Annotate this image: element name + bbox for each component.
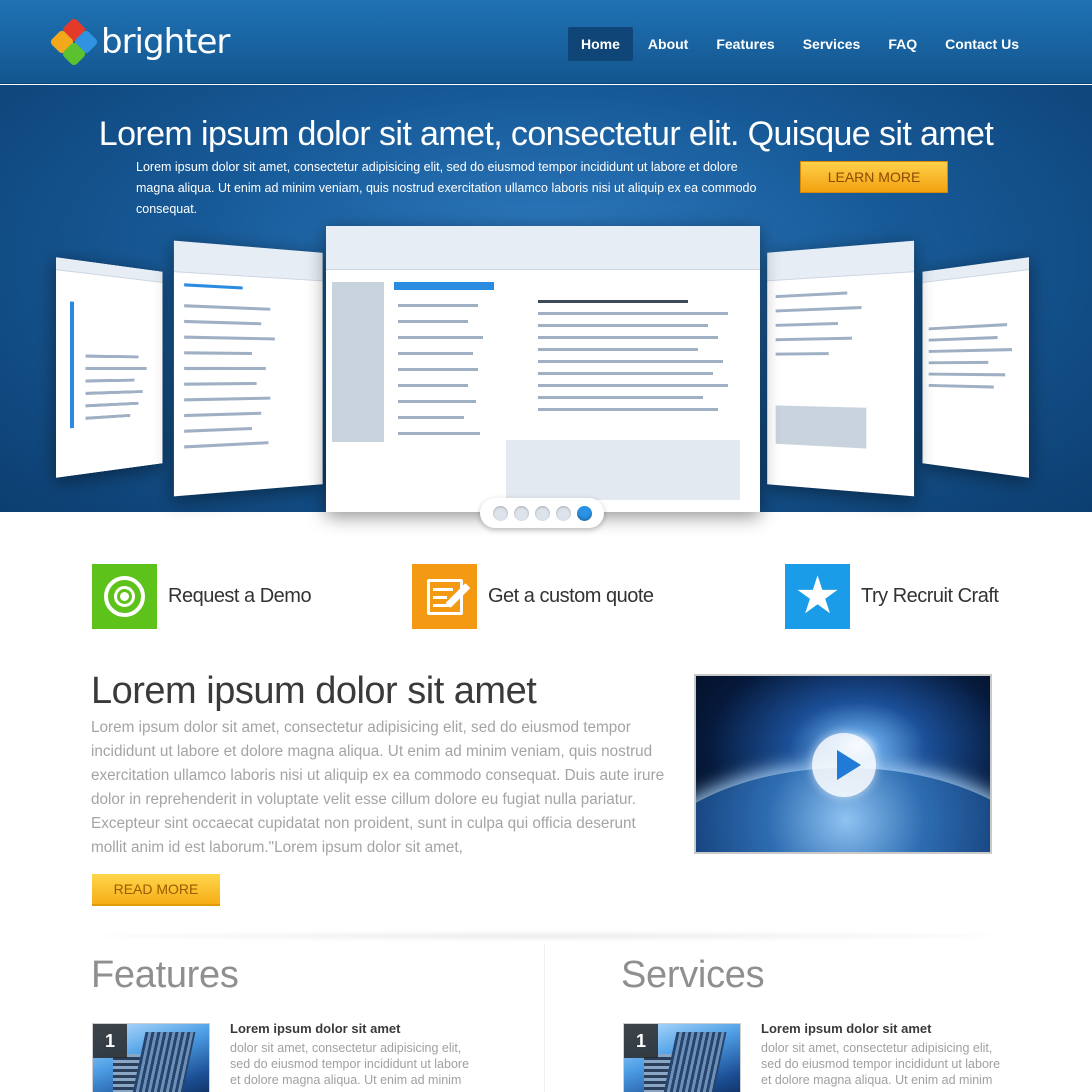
hero-text: Lorem ipsum dolor sit amet, consectetur …	[136, 160, 757, 216]
custom-quote-label: Get a custom quote	[488, 584, 654, 607]
app-screenshot-recruitcraft	[326, 226, 760, 512]
request-demo-link[interactable]: Request a Demo	[92, 563, 312, 629]
column-separator	[544, 944, 545, 1092]
services-item-text: dolor sit amet, consectetur adipisicing …	[761, 1041, 1001, 1087]
nav-item-features[interactable]: Features	[703, 27, 787, 61]
nav-item-about[interactable]: About	[635, 27, 701, 61]
app-screenshot-log	[922, 257, 1029, 478]
main-nav: Home About Features Services FAQ Contact…	[566, 27, 1032, 61]
nav-item-home[interactable]: Home	[568, 27, 633, 61]
edit-icon	[412, 563, 477, 629]
logo-text: brighter	[101, 22, 230, 62]
app-screenshot-preview	[56, 257, 163, 478]
request-demo-label: Request a Demo	[168, 584, 312, 607]
services-item-title[interactable]: Lorem ipsum dolor sit amet	[761, 1021, 931, 1036]
hero-slider-dots	[480, 498, 604, 528]
star-icon: ★	[785, 563, 850, 629]
intro-text: Lorem ipsum dolor sit amet, consectetur …	[91, 719, 665, 856]
target-icon	[92, 563, 157, 629]
site-header: brighter Home About Features Services FA…	[0, 0, 1092, 84]
video-player[interactable]	[694, 674, 992, 854]
features-item-text: dolor sit amet, consectetur adipisicing …	[230, 1041, 470, 1087]
features-item-thumbnail[interactable]: 1	[92, 1023, 210, 1092]
nav-item-faq[interactable]: FAQ	[875, 27, 930, 61]
slider-dot-5[interactable]	[576, 505, 592, 521]
intro-title: Lorem ipsum dolor sit amet	[91, 670, 537, 712]
app-screenshot-details	[767, 240, 915, 497]
logo-mark-icon	[49, 17, 99, 67]
slider-dot-3[interactable]	[534, 505, 550, 521]
features-title: Features	[91, 954, 239, 996]
slider-dot-2[interactable]	[513, 505, 529, 521]
try-recruit-craft-label: Try Recruit Craft	[861, 584, 999, 607]
learn-more-button[interactable]: Learn More	[800, 161, 948, 193]
slider-dot-1[interactable]	[492, 505, 508, 521]
nav-item-services[interactable]: Services	[790, 27, 874, 61]
nav-item-contact-us[interactable]: Contact Us	[932, 27, 1032, 61]
features-item-number: 1	[93, 1024, 127, 1058]
slider-dot-4[interactable]	[555, 505, 571, 521]
features-item-title[interactable]: Lorem ipsum dolor sit amet	[230, 1021, 400, 1036]
hero-title: Lorem ipsum dolor sit amet, consectetur …	[98, 115, 994, 153]
services-title: Services	[621, 954, 765, 996]
read-more-button[interactable]: Read More	[92, 874, 220, 906]
app-screenshot-candidates	[173, 240, 323, 497]
logo[interactable]: brighter	[49, 17, 252, 67]
section-divider	[50, 930, 1042, 942]
services-item-thumbnail[interactable]: 1	[623, 1023, 741, 1092]
services-item-number: 1	[624, 1024, 658, 1058]
play-icon[interactable]	[812, 733, 876, 797]
try-recruit-craft-link[interactable]: ★ Try Recruit Craft	[785, 563, 999, 629]
custom-quote-link[interactable]: Get a custom quote	[412, 563, 654, 629]
